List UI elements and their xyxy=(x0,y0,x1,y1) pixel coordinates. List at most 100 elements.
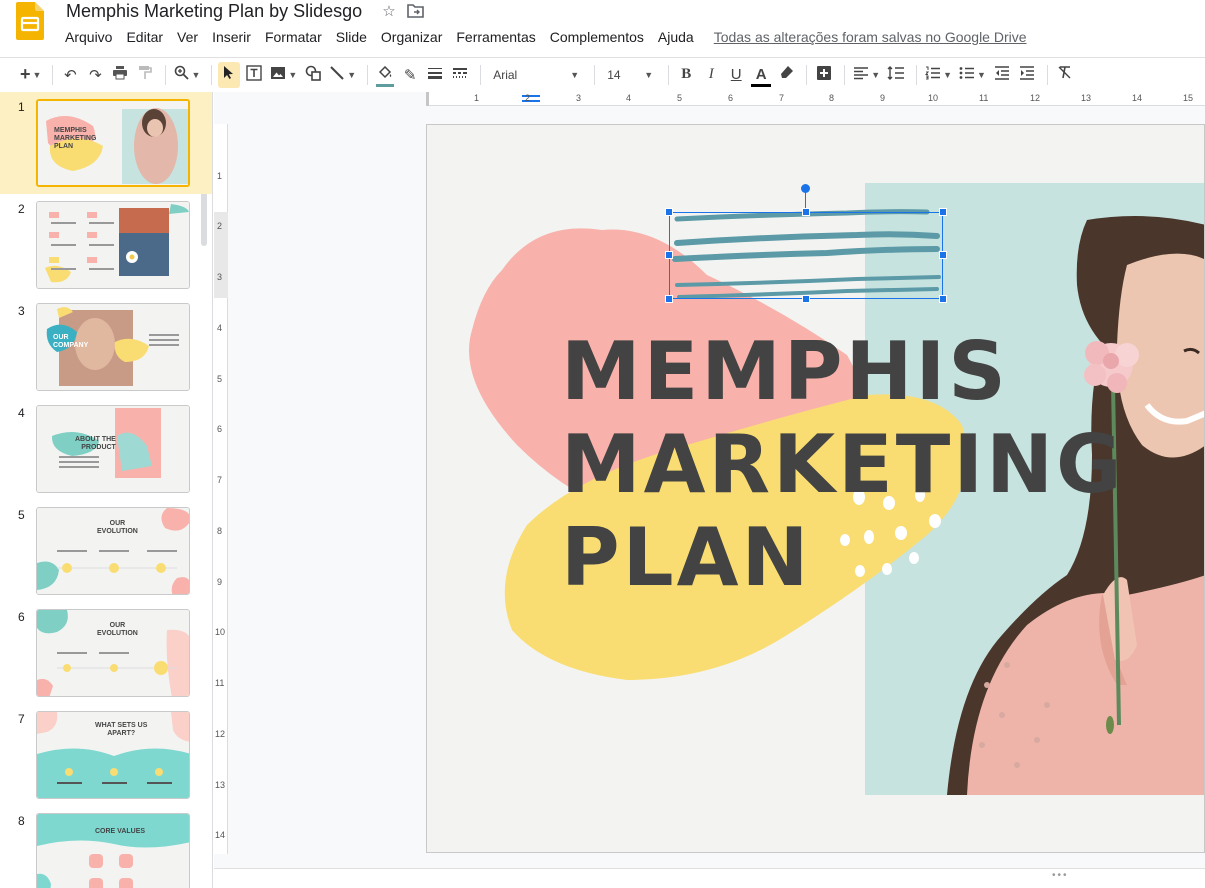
border-color-button[interactable]: ✎ xyxy=(399,62,421,88)
menu-ver[interactable]: Ver xyxy=(170,27,205,47)
selected-object-frame[interactable] xyxy=(665,208,947,303)
horizontal-ruler[interactable]: 1 2 3 4 5 6 7 8 9 10 11 12 13 14 15 xyxy=(426,92,1205,106)
bulleted-list-button[interactable]: ▼ xyxy=(957,62,988,88)
ruler-label: 13 xyxy=(1081,93,1092,103)
insert-image-button[interactable]: ▼ xyxy=(268,62,299,88)
ruler-label: 5 xyxy=(217,374,223,384)
font-select[interactable]: Arial ▼ xyxy=(487,62,585,88)
resize-handle-right[interactable] xyxy=(939,251,947,259)
align-button[interactable]: ▼ xyxy=(851,62,882,88)
slide-number: 7 xyxy=(18,712,25,726)
slide-thumbnail[interactable]: MEMPHIS MARKETING PLAN xyxy=(36,99,190,187)
underline-button[interactable]: U xyxy=(725,62,747,88)
increase-indent-button[interactable] xyxy=(1016,62,1038,88)
toolbar-divider xyxy=(594,64,596,85)
indent-increase-icon xyxy=(1019,65,1035,84)
slide-thumbnail-row[interactable]: 5 OUR EVOLUTION xyxy=(0,500,212,600)
document-title[interactable]: Memphis Marketing Plan by Slidesgo xyxy=(66,1,362,22)
line-weight-icon xyxy=(427,66,443,84)
zoom-button[interactable]: ▼ xyxy=(172,62,202,88)
resize-handle-left[interactable] xyxy=(665,251,673,259)
ruler-label: 14 xyxy=(1132,93,1143,103)
chevron-down-icon: ▼ xyxy=(191,69,201,80)
ruler-label: 15 xyxy=(1183,93,1194,103)
border-dash-button[interactable] xyxy=(449,62,471,88)
slide-thumbnail[interactable]: ABOUT THE PRODUCT xyxy=(36,405,190,493)
drag-handle-icon[interactable]: ••• xyxy=(1052,870,1069,881)
new-slide-button[interactable]: + ▼ xyxy=(18,62,43,88)
slide-thumbnail[interactable]: OUR EVOLUTION xyxy=(36,609,190,697)
menu-slide[interactable]: Slide xyxy=(329,27,374,47)
menu-arquivo[interactable]: Arquivo xyxy=(58,27,119,47)
slide-thumbnail[interactable] xyxy=(36,201,190,289)
decrease-indent-button[interactable] xyxy=(991,62,1013,88)
menu-formatar[interactable]: Formatar xyxy=(258,27,329,47)
menu-inserir[interactable]: Inserir xyxy=(205,27,258,47)
clear-formatting-button[interactable] xyxy=(1054,62,1076,88)
slide-thumbnail-row[interactable]: 7 WHAT SETS US APART? xyxy=(0,704,212,804)
slide-title-text[interactable]: MEMPHIS MARKETING PLAN xyxy=(561,325,1125,604)
print-button[interactable] xyxy=(109,62,131,88)
folder-move-icon[interactable] xyxy=(406,2,424,20)
slide-thumbnail[interactable]: WHAT SETS US APART? xyxy=(36,711,190,799)
shape-button[interactable] xyxy=(302,62,324,88)
text-color-button[interactable]: A xyxy=(750,62,772,88)
resize-handle-bottom-left[interactable] xyxy=(665,295,673,303)
menu-organizar[interactable]: Organizar xyxy=(374,27,449,47)
vertical-ruler[interactable]: 1 2 3 4 5 6 7 8 9 10 11 12 13 14 xyxy=(214,124,228,854)
line-icon xyxy=(329,65,345,85)
border-weight-button[interactable] xyxy=(424,62,446,88)
insert-link-button[interactable] xyxy=(813,62,835,88)
text-box-button[interactable] xyxy=(243,62,265,88)
redo-button[interactable]: ↷ xyxy=(84,62,106,88)
slide-thumbnail-row[interactable]: 3 OUR COMPANY xyxy=(0,296,212,396)
save-status-link[interactable]: Todas as alterações foram salvas no Goog… xyxy=(707,27,1034,47)
resize-handle-bottom[interactable] xyxy=(802,295,810,303)
slide-filmstrip[interactable]: 1 MEMPHIS MARKETING PLAN 2 3 OUR COMPANY… xyxy=(0,92,213,888)
line-button[interactable]: ▼ xyxy=(327,62,358,88)
menu-ferramentas[interactable]: Ferramentas xyxy=(449,27,542,47)
menu-complementos[interactable]: Complementos xyxy=(543,27,651,47)
thumb-2-art xyxy=(37,202,189,288)
italic-button[interactable]: I xyxy=(700,62,722,88)
resize-handle-bottom-right[interactable] xyxy=(939,295,947,303)
slide-thumbnail-row[interactable]: 1 MEMPHIS MARKETING PLAN xyxy=(0,92,212,194)
resize-handle-top-left[interactable] xyxy=(665,208,673,216)
menu-editar[interactable]: Editar xyxy=(119,27,170,47)
star-icon[interactable]: ☆ xyxy=(380,2,398,20)
slide-thumbnail[interactable]: OUR COMPANY xyxy=(36,303,190,391)
slide-thumbnail-row[interactable]: 8 CORE VALUES xyxy=(0,806,212,888)
numbered-list-button[interactable]: ▼ xyxy=(923,62,954,88)
line-spacing-button[interactable] xyxy=(885,62,907,88)
ruler-label: 11 xyxy=(979,93,989,103)
undo-button[interactable]: ↶ xyxy=(59,62,81,88)
fill-color-button[interactable] xyxy=(374,62,396,88)
font-size-select[interactable]: 14 ▼ xyxy=(601,62,659,88)
slide-thumbnail-row[interactable]: 2 xyxy=(0,194,212,294)
resize-handle-top[interactable] xyxy=(802,208,810,216)
slide-thumbnail[interactable]: OUR EVOLUTION xyxy=(36,507,190,595)
shapes-icon xyxy=(305,65,322,85)
ruler-ticks xyxy=(214,212,228,298)
slides-logo-icon[interactable] xyxy=(16,2,44,40)
select-tool-button[interactable] xyxy=(218,61,241,88)
resize-handle-top-right[interactable] xyxy=(939,208,947,216)
highlight-color-button[interactable] xyxy=(775,62,797,88)
font-name: Arial xyxy=(493,67,518,82)
slide-thumbnail-row[interactable]: 4 ABOUT THE PRODUCT xyxy=(0,398,212,498)
slide-thumbnail-row[interactable]: 6 OUR EVOLUTION xyxy=(0,602,212,702)
rotate-handle[interactable] xyxy=(801,184,810,193)
ruler-label: 10 xyxy=(215,627,226,637)
paint-format-button[interactable] xyxy=(134,62,156,88)
slide-thumbnail[interactable]: CORE VALUES xyxy=(36,813,190,888)
slides-app: Memphis Marketing Plan by Slidesgo ☆ Arq… xyxy=(0,0,1205,888)
line-dash-icon xyxy=(452,66,468,84)
ruler-label: 11 xyxy=(215,678,225,688)
thumbnail-title: OUR EVOLUTION xyxy=(97,520,138,535)
menu-ajuda[interactable]: Ajuda xyxy=(651,27,701,47)
ruler-label: 13 xyxy=(215,780,226,790)
bold-button[interactable]: B xyxy=(675,62,697,88)
ruler-label: 3 xyxy=(576,93,582,103)
ruler-label: 5 xyxy=(677,93,683,103)
ruler-label: 9 xyxy=(217,577,223,587)
